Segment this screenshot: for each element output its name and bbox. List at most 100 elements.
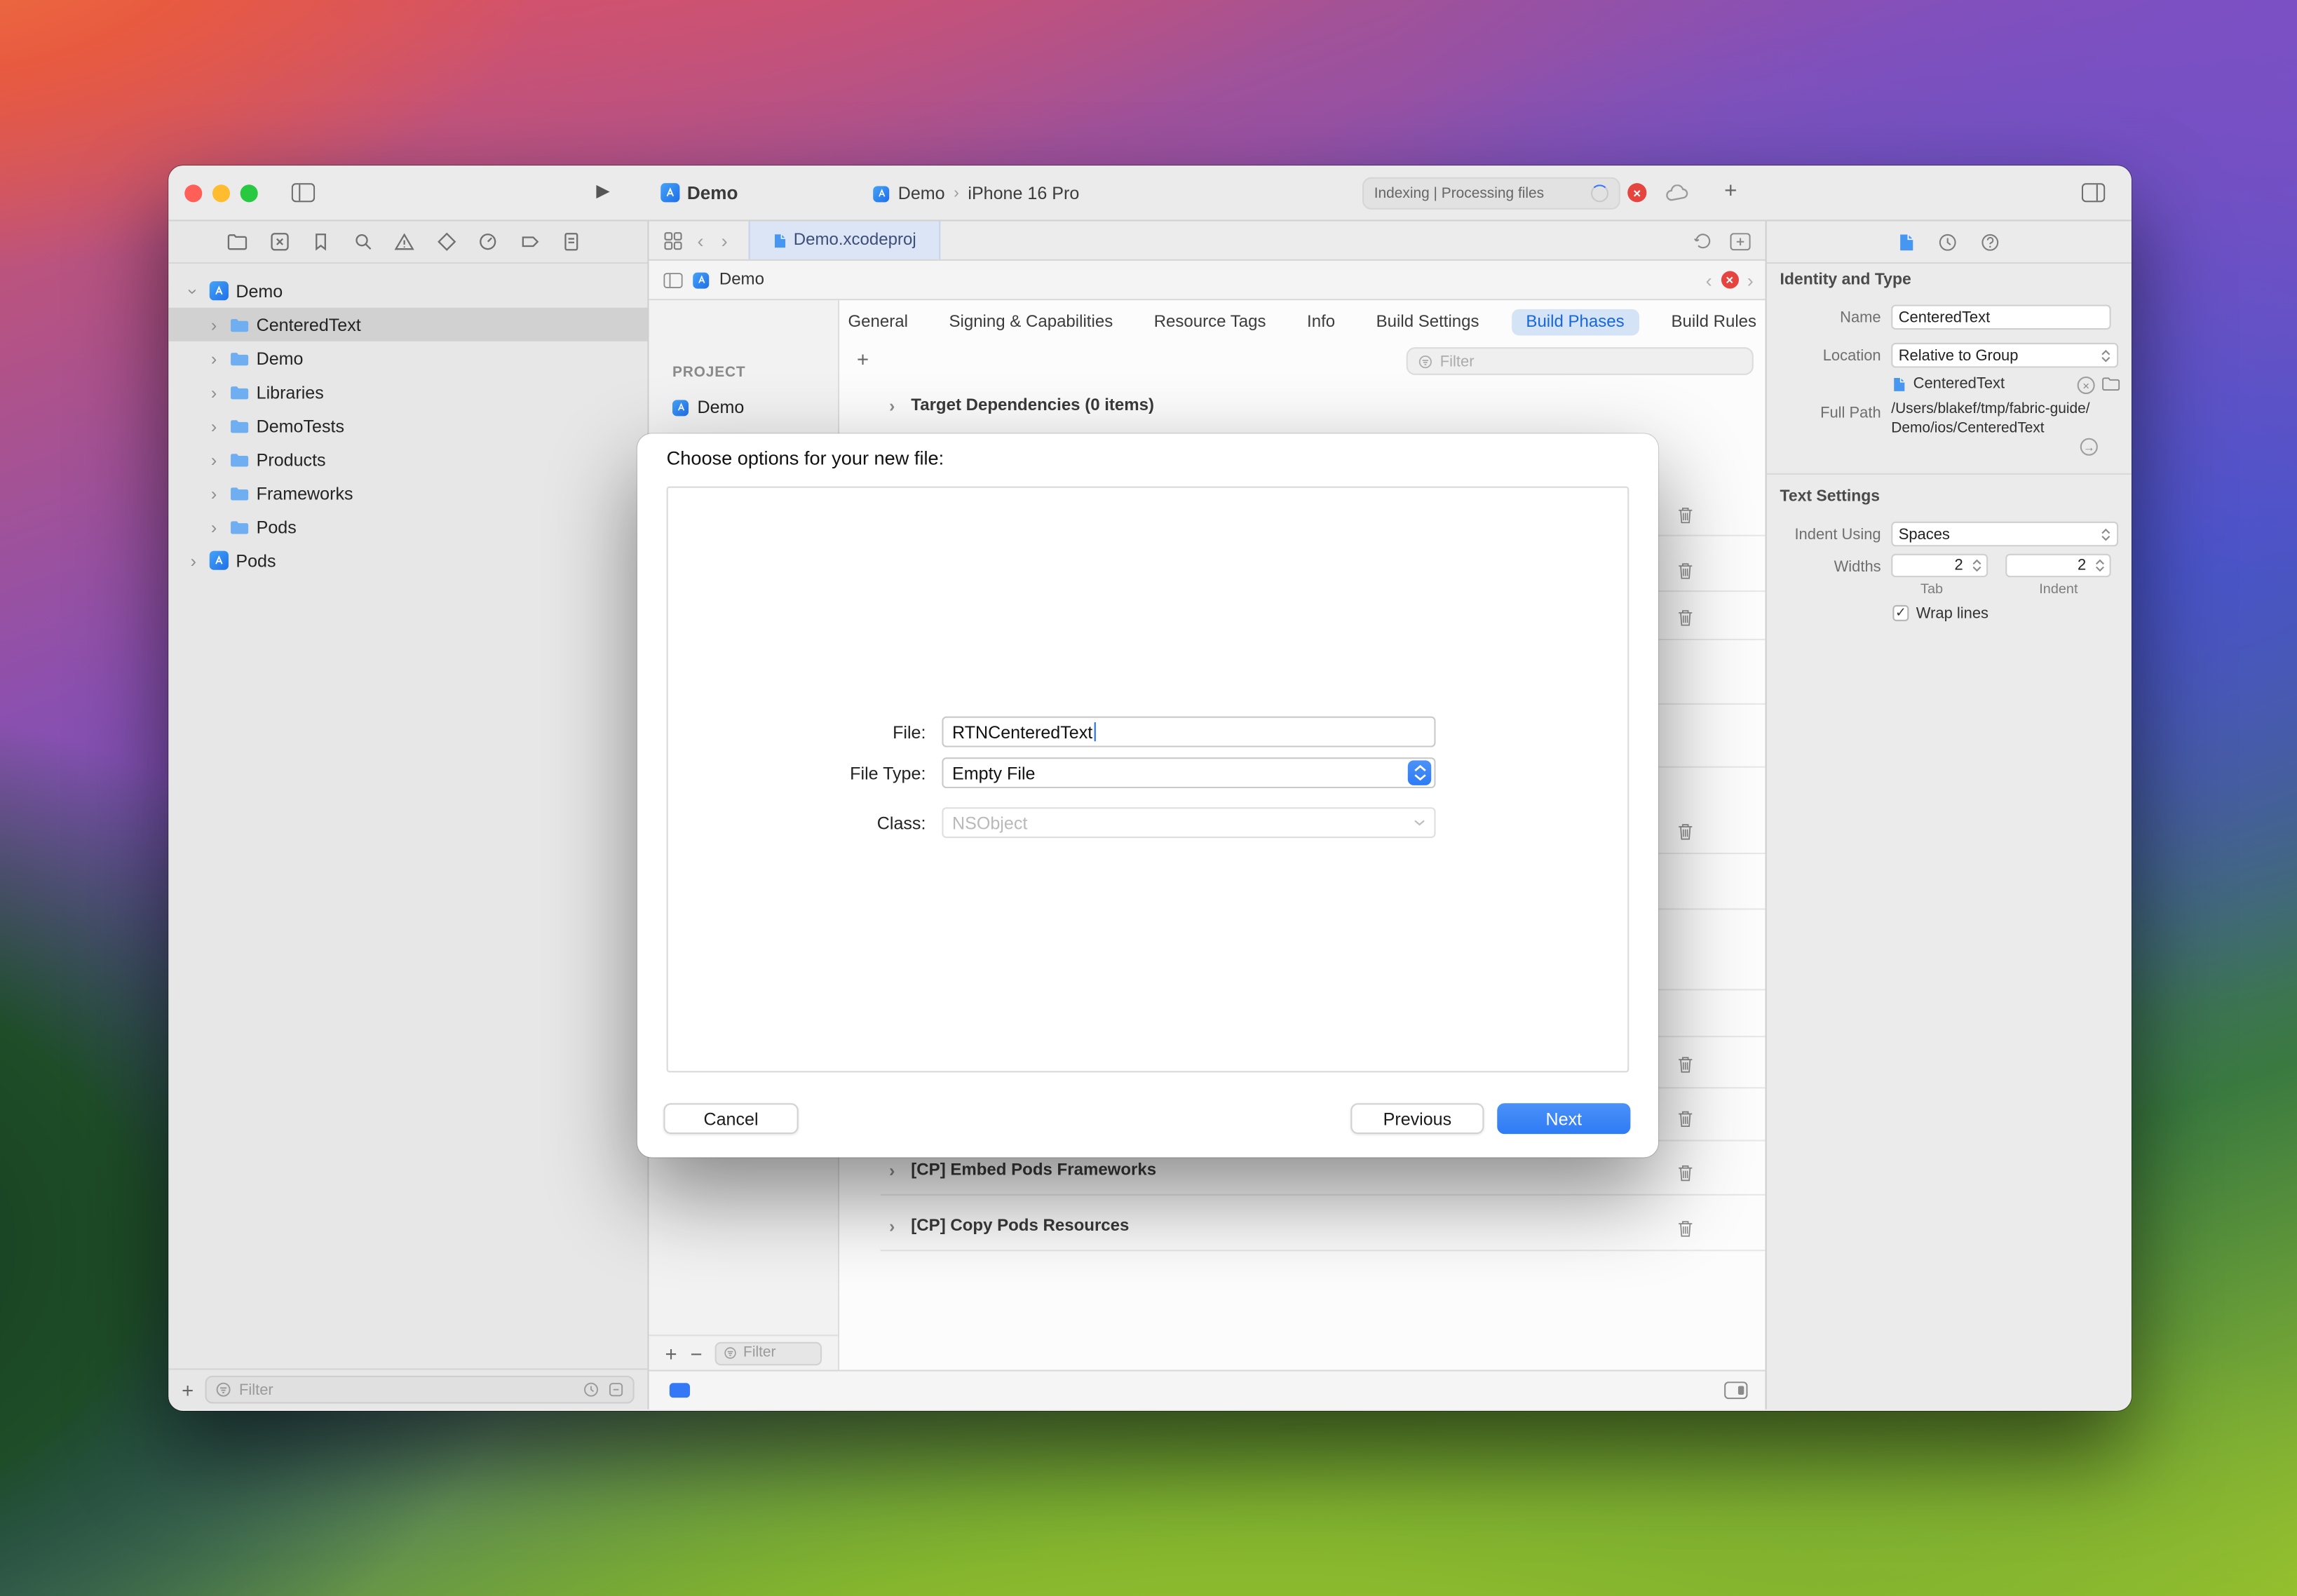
tree-item-pods-folder[interactable]: › Pods [168,510,647,543]
minimize-window-button[interactable] [212,184,230,202]
add-editor-icon[interactable] [1730,232,1750,250]
tab-info[interactable]: Info [1299,309,1344,335]
clear-location-icon[interactable]: × [2078,377,2095,394]
group-row[interactable]: CenteredText [1892,375,2005,393]
dropdown-stepper-icon[interactable] [1408,760,1431,785]
tests-navigator-icon[interactable] [436,231,456,252]
disclosure-chevron-icon[interactable]: › [205,316,223,333]
trash-icon[interactable] [1677,1219,1693,1238]
tree-item-frameworks[interactable]: › Frameworks [168,476,647,510]
run-button[interactable]: ▶ [596,180,609,201]
tree-item-demotests[interactable]: › DemoTests [168,409,647,442]
file-type-dropdown[interactable]: Empty File [942,757,1435,788]
section-embed-pods-frameworks[interactable]: › [CP] Embed Pods Frameworks [883,1162,1157,1179]
add-file-button[interactable]: + [182,1379,194,1400]
source-control-filter-icon[interactable] [608,1381,624,1398]
disclosure-chevron-icon[interactable]: › [205,417,223,434]
adjust-editor-icon[interactable] [670,1383,690,1398]
activity-status[interactable]: Indexing | Processing files [1362,177,1620,210]
tab-build-settings[interactable]: Build Settings [1367,309,1488,335]
disclosure-chevron-icon[interactable]: › [883,1162,901,1179]
class-dropdown[interactable]: NSObject [942,807,1435,838]
editor-tab-demo-xcodeproj[interactable]: Demo.xcodeproj [748,221,941,259]
source-control-navigator-icon[interactable] [269,231,289,252]
trash-icon[interactable] [1677,506,1693,525]
next-issue-icon[interactable]: › [1747,269,1754,290]
debug-navigator-icon[interactable] [477,231,498,252]
trash-icon[interactable] [1677,561,1693,580]
trash-icon[interactable] [1677,1163,1693,1182]
navigator-filter-field[interactable]: Filter [205,1376,635,1404]
close-window-button[interactable] [184,184,202,202]
trash-icon[interactable] [1677,1055,1693,1074]
project-navigator-icon[interactable] [227,231,248,252]
toggle-inspector-icon[interactable] [2082,183,2105,202]
wrap-lines-checkbox[interactable]: ✓ [1892,605,1909,621]
find-navigator-icon[interactable] [352,231,372,252]
section-copy-pods-resources[interactable]: › [CP] Copy Pods Resources [883,1217,1130,1235]
scheme-device[interactable]: iPhone 16 Pro [968,183,1079,203]
history-icon[interactable] [1693,231,1712,250]
tree-item-demo-folder[interactable]: › Demo [168,341,647,375]
scheme-name[interactable]: Demo [898,183,945,203]
tree-item-centeredtext[interactable]: › CenteredText [168,308,647,341]
cloud-status-icon[interactable] [1666,184,1691,202]
breakpoints-navigator-icon[interactable] [520,231,540,252]
back-button[interactable]: ‹ [689,229,712,251]
recent-files-icon[interactable] [583,1381,599,1398]
section-target-dependencies[interactable]: › Target Dependencies (0 items) [883,397,1154,414]
cancel-button[interactable]: Cancel [663,1103,798,1134]
tab-build-rules[interactable]: Build Rules [1662,309,1766,335]
previous-button[interactable]: Previous [1350,1103,1484,1134]
add-toolbar-button[interactable]: + [1724,179,1737,204]
issues-navigator-icon[interactable] [394,231,414,252]
disclosure-chevron-icon[interactable]: › [205,485,223,502]
tab-signing-capabilities[interactable]: Signing & Capabilities [940,309,1122,335]
error-count-badge[interactable]: × [1627,183,1646,202]
trash-icon[interactable] [1677,608,1693,627]
tree-item-demo-project[interactable]: › Demo [168,274,647,308]
choose-folder-icon[interactable] [2102,377,2120,391]
tree-item-products[interactable]: › Products [168,442,647,476]
reports-navigator-icon[interactable] [561,231,581,252]
stepper-chevrons-icon[interactable] [2095,558,2106,573]
stepper-chevrons-icon[interactable] [1972,558,1982,573]
previous-issue-icon[interactable]: ‹ [1706,269,1712,290]
history-inspector-icon[interactable] [1938,232,1957,251]
build-phases-filter-field[interactable]: Filter [1407,347,1754,375]
disclosure-chevron-icon[interactable]: › [184,282,202,299]
project-row-demo[interactable]: Demo [672,397,744,417]
scheme-selector[interactable]: Demo › iPhone 16 Pro [873,183,1079,203]
add-target-button[interactable]: + [665,1343,677,1363]
disclosure-chevron-icon[interactable]: › [205,349,223,367]
disclosure-chevron-icon[interactable]: › [205,518,223,536]
issue-badge[interactable]: × [1721,271,1738,289]
tab-general[interactable]: General [839,309,917,335]
toggle-navigator-icon[interactable] [292,183,315,202]
open-path-icon[interactable]: → [2080,438,2098,456]
disclosure-chevron-icon[interactable]: › [205,383,223,400]
file-inspector-icon[interactable] [1899,232,1915,251]
disclosure-chevron-icon[interactable]: › [184,552,202,569]
target-filter-field[interactable]: Filter [715,1341,822,1365]
tab-overview-icon[interactable] [649,231,689,250]
file-name-input[interactable]: RTNCenteredText [942,717,1435,748]
bookmarks-navigator-icon[interactable] [311,231,331,252]
trash-icon[interactable] [1677,1109,1693,1128]
next-button[interactable]: Next [1497,1103,1630,1134]
tree-item-libraries[interactable]: › Libraries [168,375,647,409]
tab-width-stepper[interactable]: 2 [1891,554,1988,577]
disclosure-chevron-icon[interactable]: › [883,1217,901,1235]
location-dropdown[interactable]: Relative to Group [1891,343,2118,368]
add-build-phase-button[interactable]: + [857,349,869,369]
disclosure-chevron-icon[interactable]: › [205,450,223,468]
name-field[interactable] [1891,305,2110,330]
trash-icon[interactable] [1677,822,1693,841]
remove-target-button[interactable]: − [690,1343,702,1363]
tree-item-pods-project[interactable]: › Pods [168,543,647,577]
breadcrumb[interactable]: Demo [719,271,764,289]
related-items-icon[interactable] [663,272,682,288]
forward-button[interactable]: › [712,229,736,251]
tab-build-phases[interactable]: Build Phases [1512,309,1639,335]
zoom-window-button[interactable] [240,184,258,202]
